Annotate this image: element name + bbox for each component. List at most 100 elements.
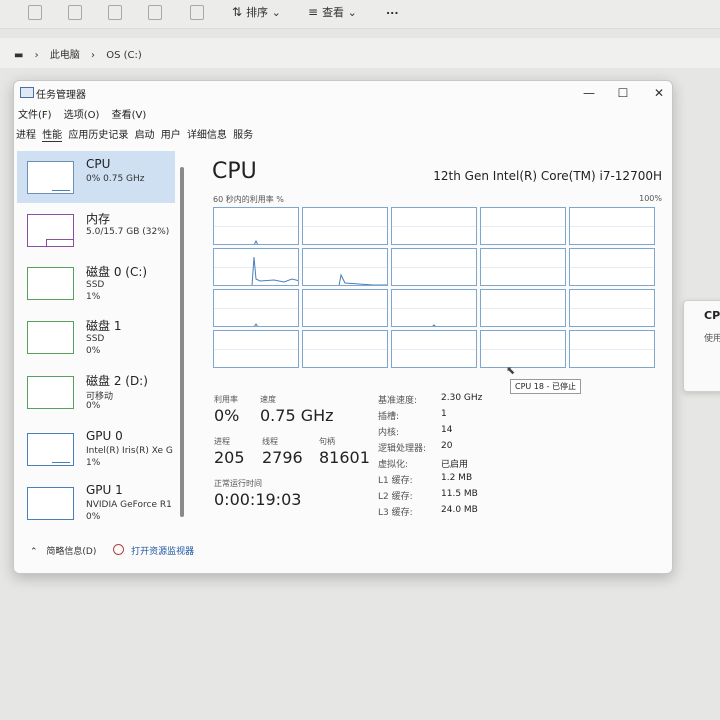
- disk-thumbnail-graph: [27, 267, 74, 300]
- spec-row: 内核: 14: [378, 425, 453, 438]
- sidebar-item-disk-2[interactable]: 磁盘 2 (D:) 可移动 0%: [17, 366, 175, 418]
- address-bar[interactable]: ▬ › 此电脑 › OS (C:): [0, 38, 720, 68]
- menu-view[interactable]: 查看(V): [112, 110, 147, 121]
- cpu-core-graph: [569, 248, 655, 286]
- fewer-details-link[interactable]: 简略信息(D): [46, 547, 96, 557]
- cpu-core-graph: [213, 207, 299, 245]
- breadcrumb: ▬ › 此电脑 › OS (C:): [14, 46, 150, 61]
- menu-file[interactable]: 文件(F): [18, 110, 52, 121]
- more-button[interactable]: ...: [386, 4, 399, 17]
- sidebar-item-gpu-0[interactable]: GPU 0 Intel(R) Iris(R) Xe G 1%: [17, 423, 175, 475]
- maximize-button[interactable]: ☐: [608, 83, 638, 103]
- logical-processor-graphs: [213, 207, 658, 369]
- cpu-core-graph: [302, 289, 388, 327]
- sidebar-item-memory[interactable]: 内存 5.0/15.7 GB (32%): [17, 204, 175, 256]
- breadcrumb-item-this-pc[interactable]: 此电脑: [50, 50, 80, 61]
- mouse-cursor-icon: ⬉: [506, 364, 516, 377]
- share-icon[interactable]: [148, 5, 162, 20]
- graph-max-label: 100%: [639, 194, 662, 203]
- page-title: CPU: [212, 159, 257, 184]
- footer: ⌃ 简略信息(D) 打开资源监视器: [30, 544, 194, 557]
- sidebar-scrollbar[interactable]: [180, 167, 184, 517]
- open-resource-monitor-link[interactable]: 打开资源监视器: [131, 547, 194, 557]
- tab-bar: 进程 性能 应用历史记录 启动 用户 详细信息 服务: [16, 126, 256, 142]
- handles-label: 句柄: [319, 437, 335, 446]
- sidebar-item-cpu[interactable]: CPU 0% 0.75 GHz: [17, 151, 175, 203]
- task-manager-icon: [20, 87, 34, 98]
- spec-row: 虚拟化: 已启用: [378, 460, 469, 470]
- spec-row: L2 缓存: 11.5 MB: [378, 489, 478, 502]
- spec-row: 插槽: 1: [378, 409, 447, 422]
- menu-options[interactable]: 选项(O): [64, 110, 100, 121]
- spec-row: 基准速度: 2.30 GHz: [378, 393, 483, 406]
- tab-services[interactable]: 服务: [233, 130, 253, 141]
- rename-icon[interactable]: [108, 5, 122, 20]
- flyout-title: CPU: [704, 309, 720, 322]
- speed-value: 0.75 GHz: [260, 406, 334, 425]
- window-title: 任务管理器: [36, 90, 86, 101]
- sidebar-item-gpu-1[interactable]: GPU 1 NVIDIA GeForce R1 0%: [17, 477, 175, 529]
- cpu-core-graph: [480, 207, 566, 245]
- disk-thumbnail-graph: [27, 376, 74, 409]
- flyout-subtitle: 使用: [704, 334, 720, 344]
- cpu-flyout-panel: CPU 使用: [683, 300, 720, 392]
- resource-sidebar: CPU 0% 0.75 GHz 内存 5.0/15.7 GB (32%) 磁盘 …: [17, 151, 177, 536]
- pc-icon: ▬: [14, 50, 24, 61]
- gpu-thumbnail-graph: [27, 487, 74, 520]
- cpu-core-graph: [391, 207, 477, 245]
- cpu-core-graph: [569, 207, 655, 245]
- cpu-core-graph: [569, 289, 655, 327]
- cpu-core-graph: [480, 248, 566, 286]
- resource-monitor-icon: [113, 544, 125, 555]
- close-button[interactable]: ✕: [644, 83, 674, 103]
- tab-details[interactable]: 详细信息: [187, 130, 227, 141]
- cpu-core-graph: [480, 289, 566, 327]
- spec-row: 逻辑处理器: 20: [378, 441, 453, 454]
- threads-label: 线程: [262, 437, 278, 446]
- cpu-core-graph: [302, 248, 388, 286]
- memory-thumbnail-graph: [27, 214, 74, 247]
- copy-icon[interactable]: [28, 5, 42, 20]
- delete-icon[interactable]: [190, 5, 204, 20]
- tab-processes[interactable]: 进程: [16, 130, 36, 141]
- menu-bar: 文件(F) 选项(O) 查看(V): [18, 106, 155, 121]
- cpu-core-graph: [213, 289, 299, 327]
- chevron-right-icon: ›: [91, 50, 96, 61]
- utilization-value: 0%: [214, 406, 240, 425]
- paste-icon[interactable]: [68, 5, 82, 20]
- cpu-core-graph: [391, 330, 477, 368]
- breadcrumb-item-os-c[interactable]: OS (C:): [106, 50, 142, 61]
- cpu-core-graph: [302, 330, 388, 368]
- tab-users[interactable]: 用户: [161, 130, 181, 141]
- sort-icon: ⇅: [232, 5, 243, 19]
- gpu-thumbnail-graph: [27, 433, 74, 466]
- processes-label: 进程: [214, 437, 230, 446]
- title-bar[interactable]: 任务管理器 — ☐ ✕: [14, 81, 672, 105]
- minimize-button[interactable]: —: [574, 83, 604, 103]
- graph-caption: 60 秒内的利用率 %: [213, 195, 284, 204]
- view-icon: ≡: [308, 5, 319, 19]
- tab-app-history[interactable]: 应用历史记录: [68, 130, 128, 141]
- tab-startup[interactable]: 启动: [135, 130, 155, 141]
- chevron-down-icon: ⌄: [271, 6, 281, 19]
- chevron-up-icon: ⌃: [30, 547, 38, 557]
- cpu-core-graph: [213, 330, 299, 368]
- cpu-thumbnail-graph: [27, 161, 74, 194]
- sidebar-item-disk-1[interactable]: 磁盘 1 SSD 0%: [17, 311, 175, 363]
- cpu-model: 12th Gen Intel(R) Core(TM) i7-12700H: [433, 169, 662, 183]
- tab-performance[interactable]: 性能: [42, 130, 63, 142]
- explorer-toolbar: ⇅ 排序 ⌄ ≡ 查看 ⌄ ...: [0, 0, 720, 29]
- uptime-value: 0:00:19:03: [214, 490, 302, 509]
- processes-value: 205: [214, 448, 245, 467]
- sidebar-item-disk-0[interactable]: 磁盘 0 (C:) SSD 1%: [17, 257, 175, 309]
- speed-label: 速度: [260, 395, 276, 404]
- cpu-core-graph: [569, 330, 655, 368]
- sort-button[interactable]: ⇅ 排序 ⌄: [232, 4, 281, 20]
- view-button[interactable]: ≡ 查看 ⌄: [308, 4, 357, 20]
- spec-row: L1 缓存: 1.2 MB: [378, 473, 473, 486]
- chevron-down-icon: ⌄: [347, 6, 357, 19]
- cpu-core-graph: [391, 289, 477, 327]
- cpu-detail-panel: CPU 12th Gen Intel(R) Core(TM) i7-12700H…: [210, 157, 662, 547]
- spec-row: L3 缓存: 24.0 MB: [378, 505, 478, 518]
- uptime-label: 正常运行时间: [214, 479, 262, 488]
